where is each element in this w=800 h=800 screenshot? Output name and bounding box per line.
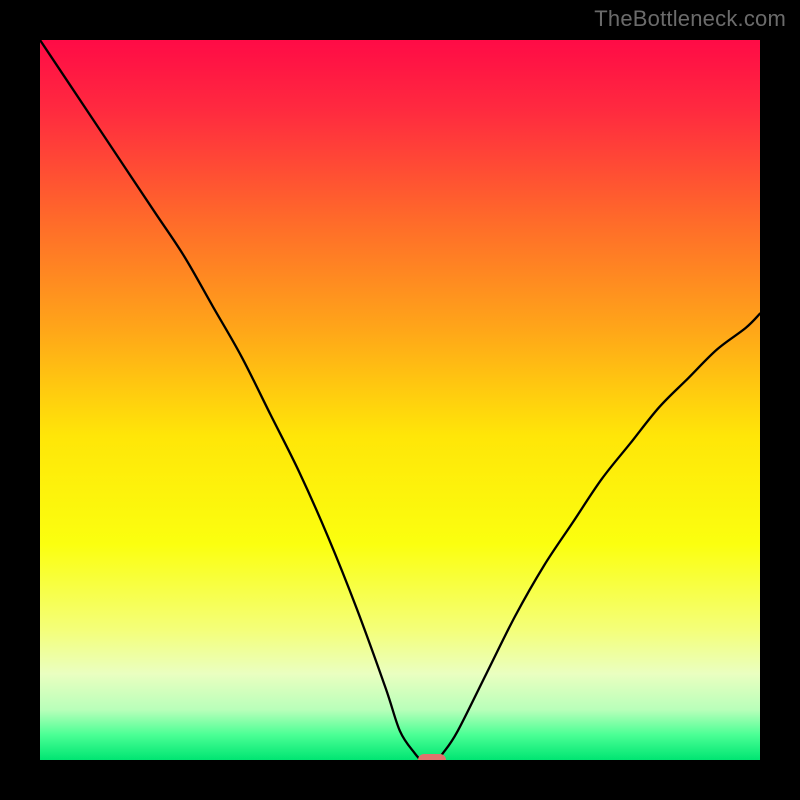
curve-layer [40,40,760,760]
bottleneck-curve [40,40,760,760]
plot-area [40,40,760,760]
optimal-marker [418,754,446,760]
chart-frame: TheBottleneck.com [0,0,800,800]
watermark-label: TheBottleneck.com [594,6,786,32]
